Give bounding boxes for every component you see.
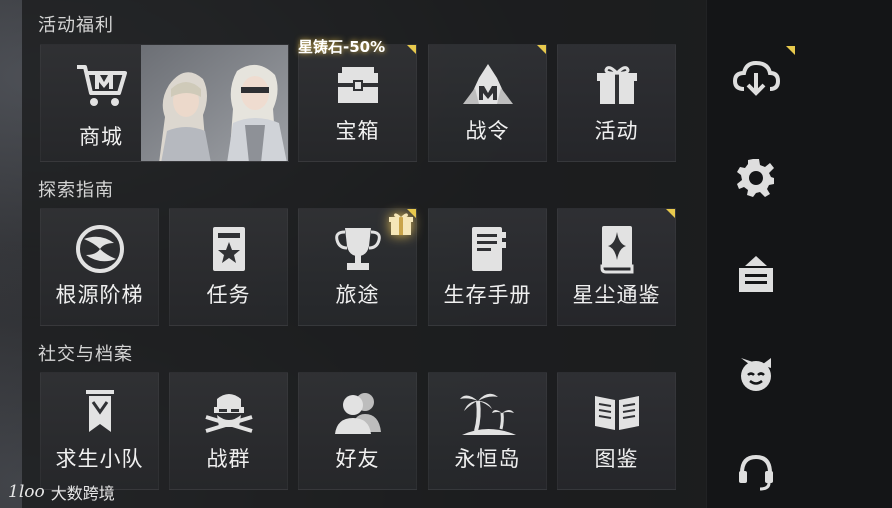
tile-eternal-island[interactable]: 永恒岛 (428, 372, 547, 490)
tile-stardust-codex[interactable]: 星尘通鉴 (557, 208, 676, 326)
shop-characters-art (141, 45, 288, 161)
stardust-book-icon (558, 223, 675, 275)
quest-card-icon (170, 223, 287, 275)
sidebar-notification-marker (786, 46, 795, 55)
tile-label: 任务 (206, 283, 251, 307)
mascot-button[interactable] (725, 342, 787, 404)
tile-label: 好友 (335, 447, 380, 471)
tile-label: 星尘通鉴 (572, 283, 661, 307)
cloud-download-button[interactable] (725, 48, 787, 110)
handbook-icon (429, 223, 546, 275)
promo-badge: 星铸石-50% (298, 38, 386, 56)
tile-quest[interactable]: 任务 (169, 208, 288, 326)
tile-label: 旅途 (335, 283, 380, 307)
headset-support-icon (739, 454, 773, 491)
mail-button[interactable] (725, 244, 787, 306)
tile-label: 宝箱 (335, 119, 380, 143)
tile-label: 图鉴 (594, 447, 639, 471)
settings-button[interactable] (725, 146, 787, 208)
tile-activity[interactable]: 活动 (557, 44, 676, 162)
origin-ladder-icon (41, 223, 158, 275)
tile-label: 根源阶梯 (55, 283, 144, 307)
tile-shop[interactable]: 商城 (40, 44, 289, 162)
tile-battle-pass[interactable]: 战令 (428, 44, 547, 162)
friends-icon (299, 387, 416, 439)
tile-label: 生存手册 (443, 283, 532, 307)
mail-inbox-icon (739, 256, 773, 292)
watermark-logo: 1loo (8, 482, 45, 502)
tile-label: 战群 (206, 447, 251, 471)
palm-island-icon (429, 387, 546, 439)
battle-pass-icon (429, 59, 546, 111)
watermark: 1loo 大数跨境 (8, 480, 115, 504)
tile-label: 活动 (594, 119, 639, 143)
tile-origin-ladder[interactable]: 根源阶梯 (40, 208, 159, 326)
tile-label: 求生小队 (55, 447, 144, 471)
tile-codex[interactable]: 图鉴 (557, 372, 676, 490)
notification-marker (666, 209, 675, 218)
tile-label: 战令 (465, 119, 510, 143)
tile-survival-squad[interactable]: 求生小队 (40, 372, 159, 490)
tile-treasure-chest[interactable]: 宝箱 (298, 44, 417, 162)
gift-box-icon (558, 59, 675, 111)
shop-cart-icon (41, 59, 161, 111)
watermark-text: 大数跨境 (50, 484, 115, 503)
treasure-chest-icon (299, 59, 416, 111)
settings-gear-icon (737, 159, 774, 197)
tile-label: 永恒岛 (454, 447, 521, 471)
war-group-icon (170, 387, 287, 439)
mascot-face-icon (741, 358, 771, 391)
section-title-welfare: 活动福利 (38, 15, 114, 36)
tile-label: 商城 (79, 125, 123, 149)
open-book-icon (558, 387, 675, 439)
tile-survival-handbook[interactable]: 生存手册 (428, 208, 547, 326)
notification-marker (537, 45, 546, 54)
notification-marker (407, 45, 416, 54)
tile-war-group[interactable]: 战群 (169, 372, 288, 490)
squad-banner-icon (41, 387, 158, 439)
tile-friends[interactable]: 好友 (298, 372, 417, 490)
section-title-social: 社交与档案 (38, 344, 133, 365)
section-title-explore: 探索指南 (38, 180, 114, 201)
reward-gift-icon (386, 209, 416, 239)
cloud-download-icon (732, 60, 780, 96)
support-button[interactable] (725, 440, 787, 502)
